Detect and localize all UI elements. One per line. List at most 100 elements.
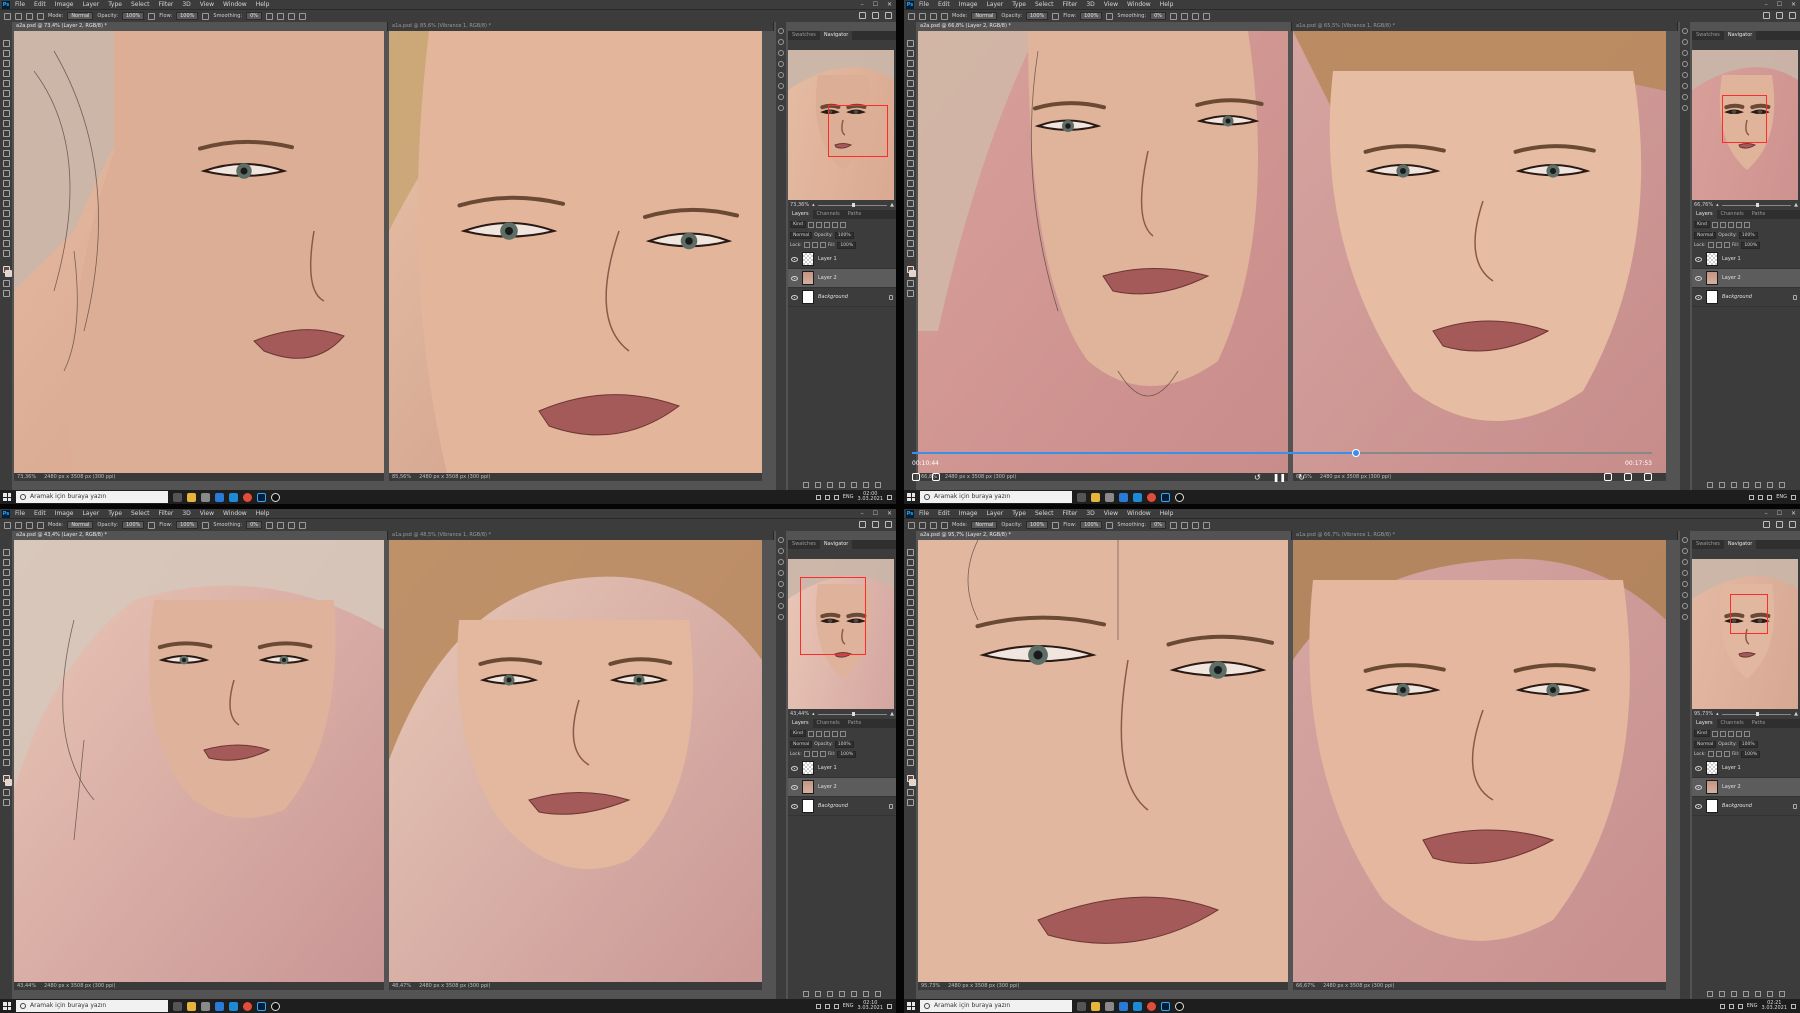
new-layer-icon[interactable] (863, 991, 869, 997)
blend-mode-dropdown[interactable]: Normal (790, 740, 813, 748)
brushes-icon[interactable] (1682, 72, 1688, 78)
symmetry-icon[interactable] (299, 521, 307, 529)
frame-tool-icon[interactable] (2, 599, 10, 606)
tab-swatches[interactable]: Swatches (788, 31, 820, 40)
canvas-reference[interactable]: 65,5% 2480 px x 3508 px (300 ppi) (1293, 31, 1666, 481)
move-tool-icon[interactable] (2, 549, 10, 556)
pressure-size-icon[interactable] (1192, 12, 1200, 20)
filter-smart-icon[interactable] (839, 730, 846, 737)
symmetry-icon[interactable] (1203, 12, 1211, 20)
layer-row-layer1[interactable]: Layer 1 (1692, 250, 1800, 269)
brush-tool-icon[interactable] (919, 12, 926, 20)
notifications-icon[interactable] (887, 1003, 892, 1009)
menu-filter[interactable]: Filter (1063, 510, 1078, 517)
layer-opacity-field[interactable]: 100% (834, 740, 854, 748)
menu-layer[interactable]: Layer (986, 1, 1003, 8)
background-color-swatch[interactable] (909, 270, 916, 277)
blur-tool-icon[interactable] (906, 679, 914, 686)
tab-navigator[interactable]: Navigator (819, 540, 853, 549)
chrome-icon[interactable] (1147, 1001, 1156, 1011)
pressure-size-icon[interactable] (288, 521, 296, 529)
filter-adjustment-icon[interactable] (815, 730, 822, 737)
background-color-swatch[interactable] (909, 779, 916, 786)
photoshop-taskbar-icon[interactable] (257, 1001, 266, 1011)
tab-a1a[interactable]: a1a.psd @ 66,7% (Vibrance 1, RGB/8) * (1292, 531, 1678, 540)
filter-type-icon[interactable] (1727, 730, 1734, 737)
pressure-size-icon[interactable] (1192, 521, 1200, 529)
filter-type-icon[interactable] (823, 221, 830, 228)
brush-settings-icon[interactable] (941, 521, 948, 529)
tab-a2a[interactable]: a2a.psd @ 43,4% (Layer 2, RGB/8) * (12, 531, 388, 540)
taskbar-search[interactable]: Aramak için buraya yazın (920, 491, 1072, 503)
menu-edit[interactable]: Edit (34, 510, 46, 517)
taskbar-clock[interactable]: 02:00 3.03.2021 (858, 492, 883, 502)
add-mask-icon[interactable] (827, 991, 833, 997)
lasso-tool-icon[interactable] (2, 60, 10, 67)
tab-a2a[interactable]: a2a.psd @ 95,7% (Layer 2, RGB/8) * (916, 531, 1292, 540)
video-progress-bar[interactable] (912, 449, 1652, 457)
menu-type[interactable]: Type (108, 510, 122, 517)
layer-row-background[interactable]: Background (788, 288, 896, 307)
new-layer-icon[interactable] (1767, 991, 1773, 997)
pressure-opacity-icon[interactable] (148, 521, 156, 529)
canvas-drawing[interactable]: 73,36% 2480 px x 3508 px (300 ppi) (14, 31, 384, 481)
volume-icon[interactable] (1737, 1003, 1743, 1009)
new-group-icon[interactable] (1755, 991, 1761, 997)
file-explorer-icon[interactable] (187, 1001, 196, 1011)
menu-type[interactable]: Type (1012, 1, 1026, 8)
filter-pixel-icon[interactable] (1711, 221, 1718, 228)
hand-tool-icon[interactable] (906, 739, 914, 746)
new-group-icon[interactable] (851, 482, 857, 488)
navigator-view-box[interactable] (800, 577, 866, 655)
menu-layer[interactable]: Layer (986, 510, 1003, 517)
mail-icon[interactable] (1119, 492, 1128, 502)
forward-30-icon[interactable]: ↻ (1298, 473, 1305, 482)
history-brush-icon[interactable] (2, 649, 10, 656)
blend-mode-dropdown[interactable]: Normal (1694, 740, 1717, 748)
menu-filter[interactable]: Filter (1063, 1, 1078, 8)
adjustment-layer-icon[interactable] (839, 482, 845, 488)
airbrush-icon[interactable] (202, 12, 210, 20)
filter-adjustment-icon[interactable] (815, 221, 822, 228)
lock-all-icon[interactable] (1723, 751, 1730, 757)
mail-icon[interactable] (1119, 1001, 1128, 1011)
angle-icon[interactable] (1181, 12, 1189, 20)
stamp-tool-icon[interactable] (906, 130, 914, 137)
workspace-icon[interactable] (872, 521, 879, 528)
menu-window[interactable]: Window (1127, 1, 1151, 8)
screen-mode-icon[interactable] (906, 799, 914, 806)
gear-icon[interactable] (1170, 12, 1178, 20)
zoom-out-icon[interactable]: ▴ (812, 202, 815, 208)
mode-dropdown[interactable]: Normal (67, 12, 94, 20)
zoom-in-icon[interactable]: ▲ (1794, 202, 1798, 208)
tray-chevron-icon[interactable] (815, 1003, 821, 1009)
kind-filter-dropdown[interactable]: Kind (1694, 221, 1710, 228)
chrome-icon[interactable] (1147, 492, 1156, 502)
store-icon[interactable] (1105, 1001, 1114, 1011)
brush-tool-icon[interactable] (906, 120, 914, 127)
filter-type-icon[interactable] (1727, 221, 1734, 228)
tab-a1a[interactable]: a1a.psd @ 48,5% (Vibrance 1, RGB/8) * (388, 531, 774, 540)
brushes-icon[interactable] (778, 72, 784, 78)
add-mask-icon[interactable] (1731, 482, 1737, 488)
fx-icon[interactable] (1719, 482, 1725, 488)
menu-window[interactable]: Window (223, 1, 247, 8)
fx-icon[interactable] (815, 482, 821, 488)
store-icon[interactable] (201, 1001, 210, 1011)
path-select-icon[interactable] (2, 210, 10, 217)
angle-icon[interactable] (1181, 521, 1189, 529)
zoom-slider[interactable] (1721, 711, 1792, 716)
opacity-field[interactable]: 100% (1025, 521, 1049, 529)
fullscreen-icon[interactable] (1644, 473, 1652, 481)
maximize-icon[interactable]: ☐ (873, 510, 878, 517)
tab-layers[interactable]: Layers (788, 210, 813, 219)
language-indicator[interactable]: ENG (1776, 494, 1787, 500)
layer-row-layer1[interactable]: Layer 1 (788, 759, 896, 778)
hand-tool-icon[interactable] (906, 230, 914, 237)
smoothing-field[interactable]: 0% (1150, 521, 1167, 529)
menu-file[interactable]: File (15, 1, 25, 8)
navigator-view-box[interactable] (1722, 95, 1767, 143)
new-group-icon[interactable] (851, 991, 857, 997)
obs-icon[interactable] (271, 1001, 280, 1011)
history-brush-icon[interactable] (906, 140, 914, 147)
